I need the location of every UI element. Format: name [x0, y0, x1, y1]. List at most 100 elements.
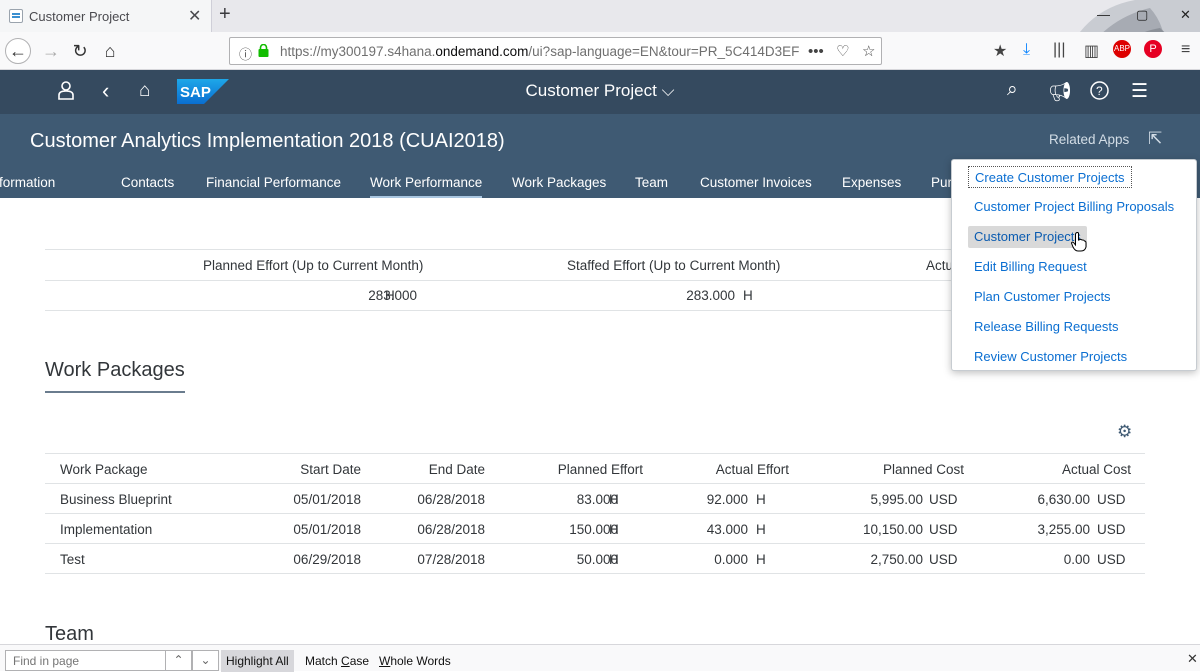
column-header: Planned Cost [882, 462, 964, 477]
menu-item-customer-project-billing-proposals[interactable]: Customer Project Billing Proposals [968, 196, 1180, 218]
table-row[interactable]: Business Blueprint 05/01/2018 06/28/2018… [45, 484, 1145, 514]
section-underline [45, 391, 185, 393]
currency: USD [929, 552, 958, 567]
window-close-icon[interactable]: ✕ [1180, 7, 1191, 23]
url-text[interactable]: https://my300197.s4hana.ondemand.com/ui?… [280, 44, 799, 59]
match-case-checkbox[interactable]: Match Case [305, 654, 369, 668]
new-tab-button[interactable]: + [219, 3, 231, 26]
menu-hamburger-icon[interactable]: ≡ [1181, 41, 1190, 59]
currency: USD [1097, 522, 1126, 537]
section-title-team: Team [45, 623, 94, 644]
tab-work-performance[interactable]: Work Performance [370, 175, 483, 198]
work-package-name: Implementation [60, 522, 153, 537]
unit: H [609, 552, 619, 567]
svg-text:?: ? [1096, 84, 1103, 98]
actual-cost: 0.00 [1063, 552, 1090, 567]
app-title-menu[interactable]: Customer Project ⌵ [0, 81, 1200, 101]
lock-icon [258, 44, 269, 57]
currency: USD [929, 522, 958, 537]
end-date: 07/28/2018 [417, 552, 485, 567]
bookmarks-star-icon[interactable]: ★ [993, 41, 1007, 61]
find-previous-icon[interactable]: ⌃ [165, 650, 192, 671]
tab-financial-performance[interactable]: Financial Performance [206, 175, 341, 190]
object-title: Customer Analytics Implementation 2018 (… [30, 130, 505, 152]
tab-team[interactable]: Team [635, 175, 668, 190]
url-bar[interactable]: ⓘ https://my300197.s4hana.ondemand.com/u… [229, 37, 882, 65]
forward-arrow-icon[interactable]: → [38, 38, 64, 64]
unit: H [609, 522, 619, 537]
actual-effort: 0.000 [714, 552, 748, 567]
kpi-header-staffed: Staffed Effort (Up to Current Month) [567, 258, 781, 273]
menu-item-customer-projects[interactable]: Customer Projects [968, 226, 1087, 248]
tab-customer-invoices[interactable]: Customer Invoices [700, 175, 812, 190]
notes-icon[interactable]: ☰ [1131, 80, 1148, 103]
close-tab-icon[interactable]: ✕ [188, 6, 201, 26]
column-header: Planned Effort [557, 462, 643, 477]
actual-cost: 6,630.00 [1037, 492, 1090, 507]
browser-tab[interactable]: Customer Project ✕ [0, 0, 212, 32]
currency: USD [929, 492, 958, 507]
help-icon[interactable]: ? [1090, 81, 1109, 100]
reload-icon[interactable]: ↻ [67, 38, 93, 64]
menu-item-review-customer-projects[interactable]: Review Customer Projects [968, 346, 1133, 368]
work-package-name: Test [60, 552, 85, 567]
planned-cost: 10,150.00 [862, 522, 923, 537]
back-arrow-icon[interactable]: ← [5, 38, 31, 64]
hand-pointer-icon [1071, 232, 1087, 252]
highlight-all-button[interactable]: Highlight All [221, 650, 294, 672]
tab-contacts[interactable]: Contacts [121, 175, 174, 190]
start-date: 05/01/2018 [293, 522, 361, 537]
related-apps-menu: Create Customer Projects Customer Projec… [951, 159, 1197, 371]
find-bar: ⌃ ⌄ Highlight All Match Case Whole Words… [0, 644, 1200, 672]
column-header: Actual Cost [1061, 462, 1131, 477]
kpi-value-staffed: 283.000 [686, 288, 735, 303]
kpi-header-planned: Planned Effort (Up to Current Month) [203, 258, 424, 273]
column-header: Work Package [60, 462, 148, 477]
gear-icon[interactable]: ⚙ [1117, 422, 1132, 442]
find-close-icon[interactable]: ✕ [1187, 651, 1198, 667]
currency: USD [1097, 492, 1126, 507]
chevron-down-icon: ⌵ [661, 81, 675, 100]
adblock-icon[interactable]: ABP [1113, 40, 1131, 58]
kpi-unit-staffed: H [743, 288, 753, 303]
related-apps-button[interactable]: Related Apps [1049, 132, 1129, 147]
download-icon[interactable]: ⤓ [1023, 41, 1030, 59]
browser-tab-title: Customer Project [29, 9, 130, 24]
sap-shell-bar: ‹ ⌂ SAP Customer Project ⌵ ⌕ 📢︎ ? ☰ [0, 70, 1200, 114]
bookmark-star-icon[interactable]: ☆ [862, 42, 875, 60]
menu-item-create-customer-projects[interactable]: Create Customer Projects [968, 166, 1132, 188]
end-date: 06/28/2018 [417, 522, 485, 537]
minimize-icon[interactable]: — [1097, 7, 1110, 22]
whole-words-checkbox[interactable]: Whole Words [379, 654, 451, 668]
menu-item-release-billing-requests[interactable]: Release Billing Requests [968, 316, 1125, 338]
info-icon[interactable]: ⓘ [239, 44, 252, 63]
tab-expenses[interactable]: Expenses [842, 175, 901, 190]
notifications-megaphone-icon[interactable]: 📢︎ [1048, 80, 1072, 104]
maximize-icon[interactable]: ▢ [1136, 7, 1148, 23]
share-icon[interactable]: ⇱ [1148, 129, 1162, 149]
menu-item-plan-customer-projects[interactable]: Plan Customer Projects [968, 286, 1117, 308]
currency: USD [1097, 552, 1126, 567]
unit: H [609, 492, 619, 507]
pocket-icon[interactable]: ♡ [836, 42, 849, 60]
library-icon[interactable]: ||| [1053, 41, 1065, 59]
find-input[interactable] [5, 650, 166, 671]
sidebar-icon[interactable]: ▥ [1084, 41, 1099, 61]
browser-tab-strip: Customer Project ✕ + — ▢ ✕ [0, 0, 1200, 70]
home-icon[interactable]: ⌂ [97, 38, 123, 64]
end-date: 06/28/2018 [417, 492, 485, 507]
menu-item-edit-billing-request[interactable]: Edit Billing Request [968, 256, 1093, 278]
find-next-icon[interactable]: ⌄ [192, 650, 219, 671]
tab-work-packages[interactable]: Work Packages [512, 175, 606, 190]
kpi-unit-planned: H [385, 288, 395, 303]
search-icon[interactable]: ⌕ [1007, 79, 1018, 101]
app-title: Customer Project [525, 81, 657, 100]
pinterest-icon[interactable]: P [1144, 40, 1162, 58]
tab-information[interactable]: formation [0, 175, 55, 190]
table-row[interactable]: Implementation 05/01/2018 06/28/2018 150… [45, 514, 1145, 544]
tab-purchases[interactable]: Pur [931, 175, 952, 190]
document-favicon-icon [9, 9, 23, 23]
table-row[interactable]: Test 06/29/2018 07/28/2018 50.000 H 0.00… [45, 544, 1145, 574]
planned-cost: 5,995.00 [870, 492, 923, 507]
page-actions-icon[interactable]: ••• [808, 43, 824, 60]
